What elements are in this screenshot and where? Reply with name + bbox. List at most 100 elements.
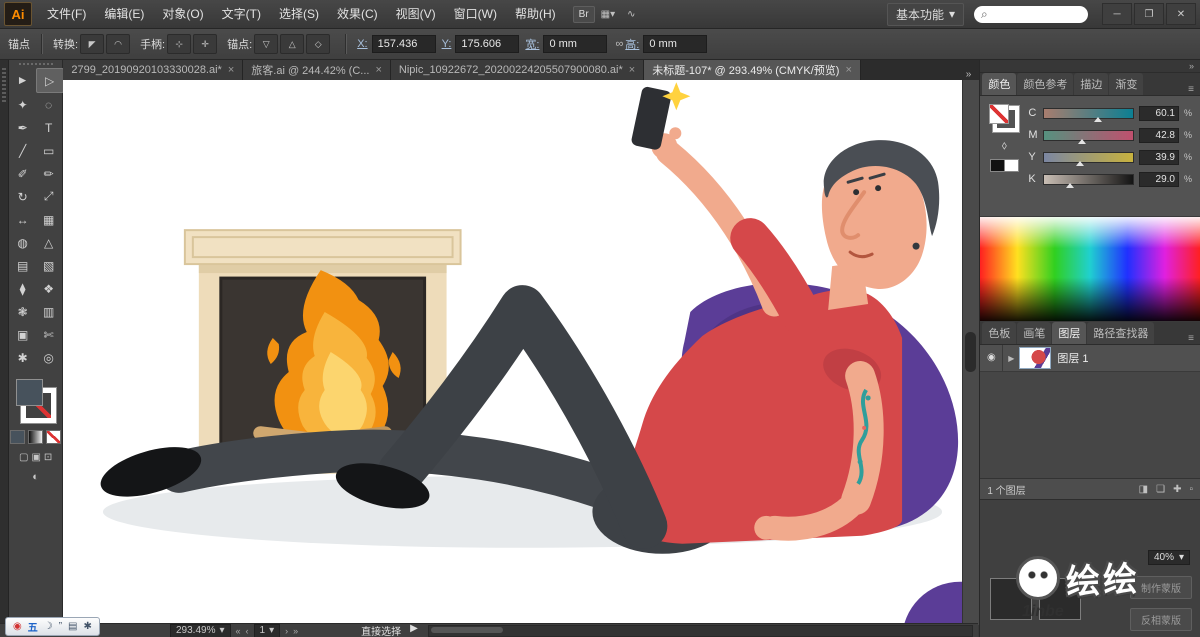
- draw-behind-icon[interactable]: ▣: [31, 452, 40, 463]
- workspace-switcher[interactable]: 基本功能 ▾: [886, 2, 964, 26]
- blend-tool[interactable]: ❖: [36, 277, 62, 300]
- color-spectrum[interactable]: [980, 216, 1200, 322]
- layer-name[interactable]: 图层 1: [1057, 350, 1088, 366]
- add-anchor-button[interactable]: △: [280, 34, 305, 54]
- none-mode-button[interactable]: [46, 430, 62, 444]
- rectangle-tool[interactable]: ▭: [36, 139, 62, 162]
- horizontal-scrollbar[interactable]: [427, 624, 973, 637]
- lasso-tool[interactable]: ◌: [36, 93, 62, 116]
- collapse-panels-icon[interactable]: »: [1189, 61, 1194, 71]
- eyedropper-tool[interactable]: ⧫: [10, 277, 36, 300]
- menu-item[interactable]: 对象(O): [153, 1, 212, 28]
- screen-mode-icon[interactable]: ◐: [32, 471, 39, 483]
- pencil-tool[interactable]: ✏: [36, 162, 62, 185]
- panel-fill-swatch[interactable]: [989, 104, 1010, 124]
- panel-tab[interactable]: 画笔: [1017, 322, 1052, 344]
- object-thumbnail[interactable]: [990, 578, 1033, 620]
- menu-item[interactable]: 文字(T): [213, 1, 270, 28]
- panel-tab[interactable]: 描边: [1074, 73, 1109, 95]
- status-menu-arrow-icon[interactable]: ▶: [410, 623, 418, 637]
- panel-menu-icon[interactable]: ≡: [1182, 84, 1200, 95]
- make-clipping-mask-icon[interactable]: ◨: [1139, 484, 1148, 495]
- menu-item[interactable]: 文件(F): [38, 1, 95, 28]
- arrange-documents-icon[interactable]: ▦▾: [595, 9, 621, 20]
- gradient-tool[interactable]: ▧: [36, 254, 62, 277]
- paintbrush-tool[interactable]: ✐: [10, 162, 36, 185]
- remove-anchor-button[interactable]: ▽: [254, 34, 279, 54]
- search-input[interactable]: [987, 7, 1064, 21]
- minimize-button[interactable]: ─: [1102, 3, 1132, 25]
- channel-value-input[interactable]: 39.9: [1139, 149, 1179, 165]
- mask-thumbnail[interactable]: [1039, 578, 1082, 620]
- selection-tool[interactable]: ►: [10, 68, 36, 91]
- black-white-swatches[interactable]: [989, 159, 1019, 172]
- ime-lang-icon[interactable]: 五: [28, 619, 38, 634]
- document-tab[interactable]: 未标题-107* @ 293.49% (CMYK/预览) ×: [644, 60, 861, 80]
- layer-row[interactable]: ◉ ▶ 图层 1: [980, 345, 1200, 372]
- symbol-sprayer-tool[interactable]: ❃: [10, 300, 36, 323]
- height-input[interactable]: 0 mm: [643, 35, 708, 53]
- direct-selection-tool[interactable]: ▷: [35, 68, 64, 93]
- delete-layer-icon[interactable]: ▫: [1189, 484, 1193, 495]
- artboard-canvas[interactable]: [63, 80, 963, 625]
- slider-marker[interactable]: [1066, 182, 1075, 188]
- invert-mask-button[interactable]: 反相蒙版: [1130, 608, 1192, 631]
- ime-toolbar[interactable]: ◉ 五 ☽ ” ▤ ✱: [5, 617, 100, 636]
- cs-live-icon[interactable]: ∿: [621, 9, 641, 20]
- new-layer-icon[interactable]: ✚: [1173, 484, 1181, 495]
- slider-marker[interactable]: [1093, 116, 1102, 122]
- tab-close-icon[interactable]: ×: [845, 64, 851, 76]
- make-mask-button[interactable]: 制作蒙版: [1130, 576, 1192, 599]
- channel-slider[interactable]: [1043, 151, 1134, 166]
- free-transform-tool[interactable]: ▦: [36, 208, 62, 231]
- document-tab[interactable]: 旅客.ai @ 244.42% (C... ×: [243, 60, 391, 80]
- shape-builder-tool[interactable]: ◍: [10, 231, 36, 254]
- x-position-input[interactable]: 157.436: [371, 35, 436, 53]
- visibility-eye-icon[interactable]: ◉: [980, 345, 1004, 371]
- y-position-input[interactable]: 175.606: [455, 35, 520, 53]
- new-sublayer-icon[interactable]: ❏: [1156, 484, 1165, 495]
- draw-normal-icon[interactable]: ▢: [19, 452, 28, 463]
- ime-logo-icon[interactable]: ◉: [13, 621, 22, 632]
- document-tab[interactable]: 2799_20190920103330028.ai* ×: [63, 60, 244, 80]
- color-mode-button[interactable]: [10, 430, 26, 444]
- vertical-scrollbar-thumb[interactable]: [965, 332, 977, 372]
- slice-tool[interactable]: ✄: [36, 323, 62, 346]
- slider-marker[interactable]: [1078, 138, 1087, 144]
- cut-path-button[interactable]: ◇: [306, 34, 331, 54]
- type-tool[interactable]: T: [36, 116, 62, 139]
- fill-color-swatch[interactable]: [15, 379, 43, 406]
- ime-halfwidth-icon[interactable]: ☽: [44, 621, 53, 632]
- tab-close-icon[interactable]: ×: [375, 64, 381, 76]
- hand-tool[interactable]: ✱: [10, 346, 36, 369]
- channel-slider[interactable]: [1043, 107, 1134, 122]
- panel-tab[interactable]: 路径查找器: [1087, 322, 1155, 344]
- constrain-proportions-icon[interactable]: ∞: [615, 38, 623, 50]
- magic-wand-tool[interactable]: ✦: [10, 93, 36, 116]
- width-input[interactable]: 0 mm: [543, 35, 608, 53]
- channel-value-input[interactable]: 60.1: [1139, 105, 1179, 121]
- convert-to-smooth-button[interactable]: ◠: [106, 34, 131, 54]
- pen-tool[interactable]: ✒: [10, 116, 36, 139]
- menu-item[interactable]: 编辑(E): [95, 1, 153, 28]
- menu-item[interactable]: 窗口(W): [445, 1, 506, 28]
- ime-punctuation-icon[interactable]: ”: [59, 621, 62, 632]
- column-graph-tool[interactable]: ▥: [36, 300, 62, 323]
- width-tool[interactable]: ↔: [10, 208, 36, 231]
- next-artboard-icon[interactable]: ›: [285, 626, 288, 636]
- left-dock-strip[interactable]: [0, 60, 9, 637]
- convert-to-corner-button[interactable]: ◤: [80, 34, 105, 54]
- artboard-number-select[interactable]: 1 ▾: [253, 623, 281, 637]
- toolbar-grip[interactable]: [18, 63, 53, 65]
- panel-tab[interactable]: 颜色参考: [1017, 73, 1074, 95]
- first-artboard-icon[interactable]: «: [236, 626, 241, 636]
- tab-close-icon[interactable]: ×: [228, 64, 234, 76]
- ime-keyboard-icon[interactable]: ▤: [68, 621, 77, 632]
- menu-item[interactable]: 效果(C): [328, 1, 387, 28]
- out-of-gamut-icon[interactable]: ⬨: [1002, 138, 1007, 153]
- tab-overflow-icon[interactable]: »: [958, 69, 980, 80]
- zoom-tool[interactable]: ◎: [36, 346, 62, 369]
- menu-item[interactable]: 视图(V): [387, 1, 445, 28]
- last-artboard-icon[interactable]: »: [293, 626, 298, 636]
- show-handles-button[interactable]: ⊹: [167, 34, 192, 54]
